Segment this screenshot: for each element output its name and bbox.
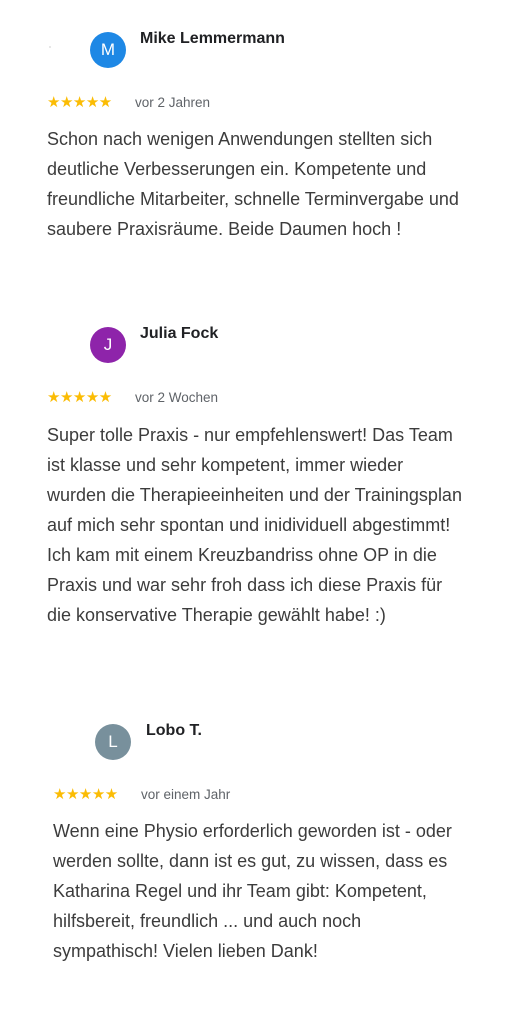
avatar[interactable]: M — [90, 32, 126, 68]
star-rating: ★★★★★ — [53, 786, 118, 803]
avatar-letter: M — [100, 40, 116, 59]
star-rating: ★★★★★ — [47, 389, 112, 406]
avatar[interactable]: L — [95, 724, 131, 760]
review-text: Wenn eine Physio erforderlich geworden i… — [53, 821, 452, 961]
review-card: M Mike Lemmermann ★★★★★ vor 2 Jahren Sch… — [0, 0, 512, 290]
avatar-letter: L — [108, 732, 118, 751]
review-time: vor 2 Jahren — [135, 95, 211, 110]
reviewer-name[interactable]: Julia Fock — [140, 325, 218, 343]
avatar-letter: J — [103, 335, 113, 354]
star-rating: ★★★★★ — [47, 94, 112, 111]
review-time: vor 2 Wochen — [135, 390, 219, 405]
avatar[interactable]: J — [90, 327, 126, 363]
decorative-dot — [49, 46, 51, 48]
reviewer-name[interactable]: Lobo T. — [146, 722, 202, 740]
review-time: vor einem Jahr — [141, 787, 231, 802]
review-text: Super tolle Praxis - nur empfehlenswert!… — [47, 425, 462, 625]
reviewer-name[interactable]: Mike Lemmermann — [140, 30, 285, 48]
review-text: Schon nach wenigen Anwendungen stellten … — [47, 129, 459, 239]
